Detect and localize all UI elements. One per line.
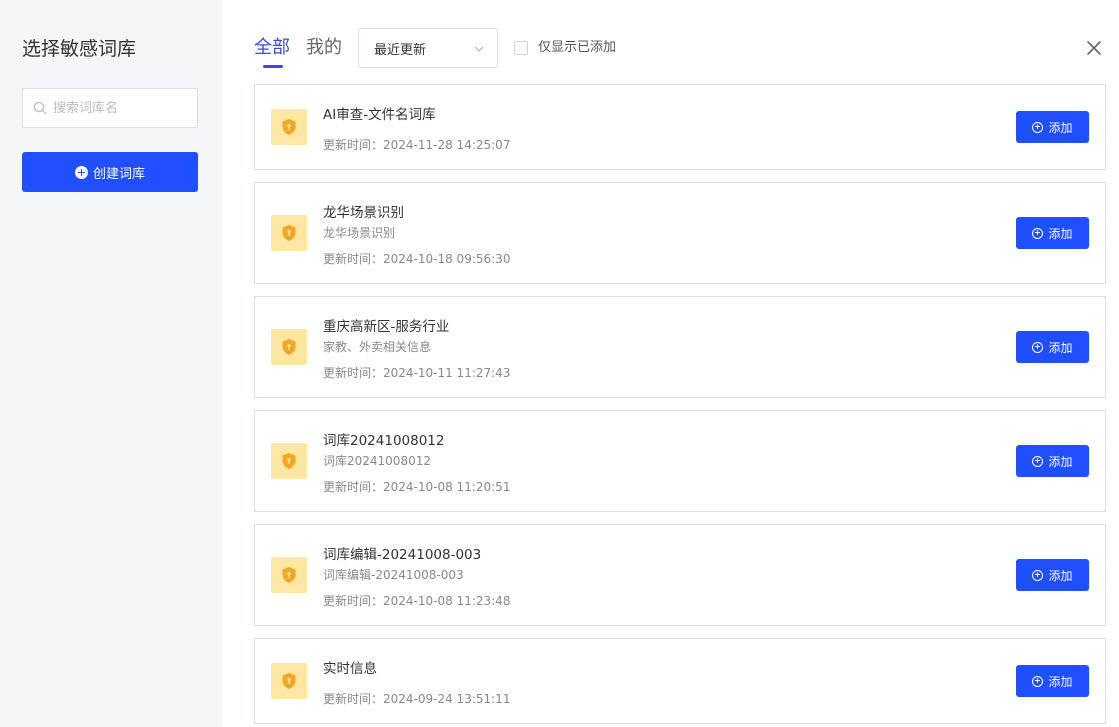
search-box[interactable] [22,88,198,128]
show-added-only-label: 仅显示已添加 [538,40,617,55]
add-label: 添加 [1048,454,1073,469]
shield-icon [271,663,307,699]
library-description: 词库编辑-20241008-003 [323,568,464,582]
plus-circle-icon [1032,569,1044,581]
sort-select[interactable]: 最近更新 [358,28,498,68]
library-card: 词库编辑-20241008-003 词库编辑-20241008-003 更新时间… [254,524,1106,626]
library-description: 词库20241008012 [323,454,431,468]
add-label: 添加 [1048,568,1073,583]
plus-circle-icon [1032,455,1044,467]
checkbox-box[interactable] [514,41,528,55]
close-icon[interactable] [1086,40,1102,56]
add-library-button[interactable]: 添加 [1016,665,1089,697]
library-card: 实时信息 更新时间：2024-09-24 13:51:11 添加 [254,638,1106,724]
create-library-label: 创建词库 [92,166,145,182]
chevron-down-icon [474,46,484,52]
add-library-button[interactable]: 添加 [1016,111,1089,143]
shield-icon [271,215,307,251]
library-update-time: 更新时间：2024-09-24 13:51:11 [323,692,511,706]
add-label: 添加 [1048,120,1073,135]
plus-circle-icon [74,165,88,179]
active-tab-indicator [263,65,283,68]
library-title: 词库20241008012 [323,433,445,449]
plus-circle-icon [1032,341,1044,353]
library-title: 龙华场景识别 [323,205,404,221]
library-card: 词库20241008012 词库20241008012 更新时间：2024-10… [254,410,1106,512]
library-description: 家教、外卖相关信息 [323,340,432,354]
library-update-time: 更新时间：2024-11-28 14:25:07 [323,138,511,152]
sort-selected-value: 最近更新 [374,42,427,58]
library-title: 实时信息 [323,661,377,677]
add-library-button[interactable]: 添加 [1016,445,1089,477]
library-update-time: 更新时间：2024-10-11 11:27:43 [323,366,511,380]
show-added-only-checkbox[interactable]: 仅显示已添加 [514,40,616,56]
add-label: 添加 [1048,674,1073,689]
library-update-time: 更新时间：2024-10-08 11:20:51 [323,480,511,494]
plus-circle-icon [1032,227,1044,239]
add-library-button[interactable]: 添加 [1016,217,1089,249]
add-label: 添加 [1048,226,1073,241]
shield-icon [271,109,307,145]
library-card: AI审查-文件名词库 更新时间：2024-11-28 14:25:07 添加 [254,84,1106,170]
add-library-button[interactable]: 添加 [1016,331,1089,363]
plus-circle-icon [1032,121,1044,133]
shield-icon [271,557,307,593]
library-update-time: 更新时间：2024-10-18 09:56:30 [323,252,511,266]
search-input[interactable] [53,100,193,116]
tab-mine[interactable]: 我的 [306,36,342,60]
search-icon [33,101,47,115]
add-label: 添加 [1048,340,1073,355]
create-library-button[interactable]: 创建词库 [22,152,198,192]
library-card: 重庆高新区-服务行业 家教、外卖相关信息 更新时间：2024-10-11 11:… [254,296,1106,398]
library-update-time: 更新时间：2024-10-08 11:23:48 [323,594,511,608]
add-library-button[interactable]: 添加 [1016,559,1089,591]
library-card: 龙华场景识别 龙华场景识别 更新时间：2024-10-18 09:56:30 添… [254,182,1106,284]
tab-all[interactable]: 全部 [254,36,290,60]
library-title: 重庆高新区-服务行业 [323,319,450,335]
sidebar-title: 选择敏感词库 [22,38,137,60]
plus-circle-icon [1032,675,1044,687]
sidebar: 选择敏感词库 创建词库 [0,0,222,727]
shield-icon [271,443,307,479]
library-description: 龙华场景识别 [323,226,396,240]
library-title: AI审查-文件名词库 [323,107,436,123]
library-title: 词库编辑-20241008-003 [323,547,482,563]
shield-icon [271,329,307,365]
